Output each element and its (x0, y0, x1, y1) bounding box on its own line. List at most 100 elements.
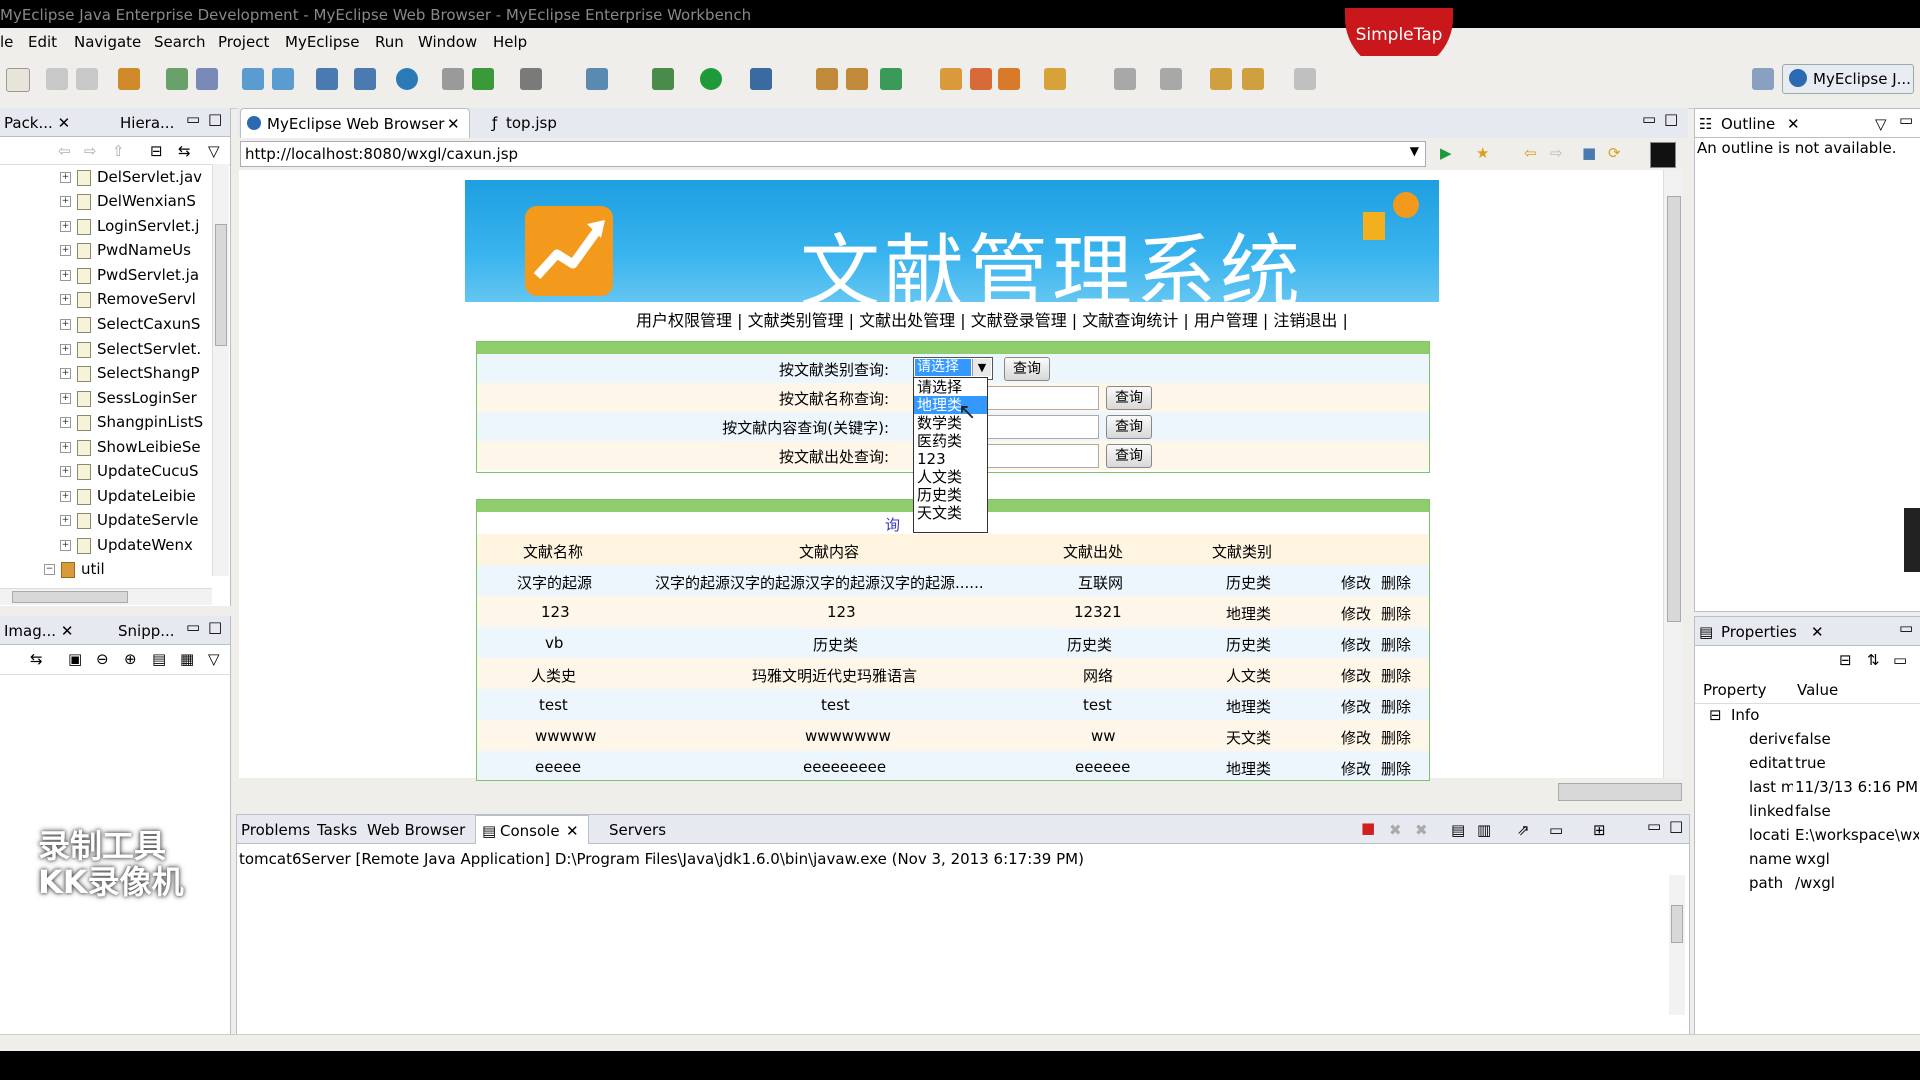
name-input[interactable] (987, 386, 1099, 410)
delete-link[interactable]: 删除 (1381, 727, 1411, 748)
property-row[interactable]: derive false (1695, 727, 1920, 751)
new-icon[interactable] (6, 68, 30, 92)
list-item[interactable]: + UpdateServle (60, 511, 199, 535)
edit-link[interactable]: 修改 (1341, 696, 1371, 717)
minimize-icon[interactable]: ▭ (1642, 110, 1656, 128)
close-icon[interactable]: ✕ (1811, 623, 1824, 641)
expand-icon[interactable]: + (60, 319, 71, 330)
delete-link[interactable]: 删除 (1381, 665, 1411, 686)
tab-hierarchy[interactable]: Hiera... (120, 114, 174, 132)
zoom-out-icon[interactable]: ⊖ (96, 650, 109, 668)
browser-menu-icon[interactable] (1650, 142, 1676, 168)
add-icon[interactable] (472, 68, 494, 90)
web-icon[interactable] (354, 68, 376, 90)
expand-icon[interactable]: + (60, 245, 71, 256)
maximize-icon[interactable]: □ (1669, 817, 1683, 835)
tab-top-jsp[interactable]: ƒ top.jsp (488, 108, 578, 138)
task-icon[interactable] (998, 68, 1020, 90)
menu-edit[interactable]: Edit (28, 33, 57, 51)
list-item[interactable]: + SelectShangP (60, 364, 200, 388)
deploy-icon[interactable] (196, 68, 218, 90)
source-query-button[interactable]: 查询 (1106, 444, 1152, 468)
collapse-icon[interactable]: ⊟ (1709, 706, 1722, 724)
list-item[interactable]: − util (44, 560, 105, 584)
outline-title[interactable]: Outline (1721, 115, 1775, 133)
maximize-icon[interactable]: □ (208, 110, 222, 128)
tree-vertical-scrollbar[interactable] (212, 164, 229, 576)
tab-tasks[interactable]: Tasks (317, 821, 357, 839)
maximize-icon[interactable]: □ (1664, 110, 1678, 128)
expand-icon[interactable]: + (60, 540, 71, 551)
db-icon[interactable] (316, 68, 338, 90)
expand-icon[interactable]: + (60, 393, 71, 404)
close-icon[interactable]: ✕ (61, 622, 74, 640)
list-item[interactable]: + ShowLeibieSe (60, 438, 201, 462)
scrollbar-thumb[interactable] (1671, 905, 1683, 943)
property-row[interactable]: name wxgl (1695, 847, 1920, 871)
delete-link[interactable]: 删除 (1381, 572, 1411, 593)
name-query-button[interactable]: 查询 (1106, 386, 1152, 410)
camera-icon[interactable] (520, 68, 542, 90)
zoom-in-icon[interactable]: ⊕ (124, 650, 137, 668)
filter-icon[interactable]: ⇅ (1867, 651, 1880, 669)
edit-link[interactable]: 修改 (1341, 572, 1371, 593)
up-icon[interactable]: ⇧ (112, 142, 125, 160)
display-console-icon[interactable]: ▭ (1549, 821, 1563, 839)
link-icon[interactable]: ⇆ (30, 650, 43, 668)
restore-default-icon[interactable]: ▭ (1893, 651, 1907, 669)
chevron-down-icon[interactable]: ▼ (972, 359, 991, 376)
edit-link[interactable]: 修改 (1341, 758, 1371, 779)
save-icon[interactable] (46, 68, 68, 90)
list-item[interactable]: + LoginServlet.j (60, 217, 199, 241)
search-run-icon[interactable] (750, 68, 772, 90)
open-type-icon[interactable] (816, 68, 838, 90)
favorites-icon[interactable]: ★ (1476, 144, 1489, 162)
maximize-icon[interactable]: □ (208, 618, 222, 636)
edit-link[interactable]: 修改 (1341, 665, 1371, 686)
tab-console[interactable]: ▤ Console ✕ (475, 815, 589, 844)
dropdown-option[interactable]: 医药类 (914, 432, 987, 450)
terminate-icon[interactable]: ■ (1361, 819, 1375, 837)
side-dock-handle[interactable] (1904, 508, 1920, 572)
tab-web-browser[interactable]: Web Browser (367, 821, 465, 839)
browser-vertical-scrollbar[interactable] (1663, 170, 1682, 778)
tab-package-explorer[interactable]: Pack... ✕ (4, 114, 70, 132)
refresh-icon[interactable] (880, 68, 902, 90)
pin-console-icon[interactable]: ⇗ (1517, 821, 1530, 839)
server-stop-icon[interactable] (272, 68, 294, 90)
globe-icon[interactable] (396, 68, 418, 90)
minimize-icon[interactable]: ▭ (1899, 111, 1913, 129)
link-editor-icon[interactable]: ⇆ (178, 142, 191, 160)
expand-icon[interactable]: + (60, 442, 71, 453)
view-menu-icon[interactable]: ▽ (208, 650, 220, 668)
property-group[interactable]: ⊟ Info (1695, 703, 1920, 727)
source-input[interactable] (987, 444, 1099, 468)
property-row[interactable]: editat true (1695, 751, 1920, 775)
expand-icon[interactable]: + (60, 515, 71, 526)
content-query-button[interactable]: 查询 (1106, 415, 1152, 439)
edit-link[interactable]: 修改 (1341, 634, 1371, 655)
list-item[interactable]: + UpdateWenx (60, 536, 193, 560)
tab-problems[interactable]: Problems (241, 821, 310, 839)
property-row[interactable]: linked false (1695, 799, 1920, 823)
menu-run[interactable]: Run (375, 33, 404, 51)
scroll-lock-icon[interactable]: ▥ (1477, 821, 1491, 839)
property-row[interactable]: path/wxgl (1695, 871, 1920, 895)
menu-search[interactable]: Search (154, 33, 206, 51)
list-item[interactable]: + SessLoginSer (60, 389, 197, 413)
run-icon[interactable] (700, 68, 722, 90)
menu-project[interactable]: Project (218, 33, 269, 51)
clear-console-icon[interactable]: ▤ (1451, 821, 1465, 839)
stop-icon[interactable]: ■ (1582, 144, 1596, 162)
server-icon[interactable] (242, 68, 264, 90)
expand-icon[interactable]: + (60, 294, 71, 305)
list-item[interactable]: + PwdServlet.ja (60, 266, 199, 290)
list-item[interactable]: + UpdateLeibie (60, 487, 196, 511)
close-icon[interactable]: ✕ (58, 114, 71, 132)
expand-icon[interactable]: + (60, 344, 71, 355)
tab-snippets[interactable]: Snipp... (118, 622, 175, 640)
view-menu-icon[interactable]: ▽ (1875, 115, 1887, 133)
list-item[interactable]: + DelWenxianS (60, 192, 196, 216)
browser-horizontal-scrollbar[interactable] (1558, 783, 1682, 801)
scrollbar-thumb[interactable] (215, 224, 227, 346)
